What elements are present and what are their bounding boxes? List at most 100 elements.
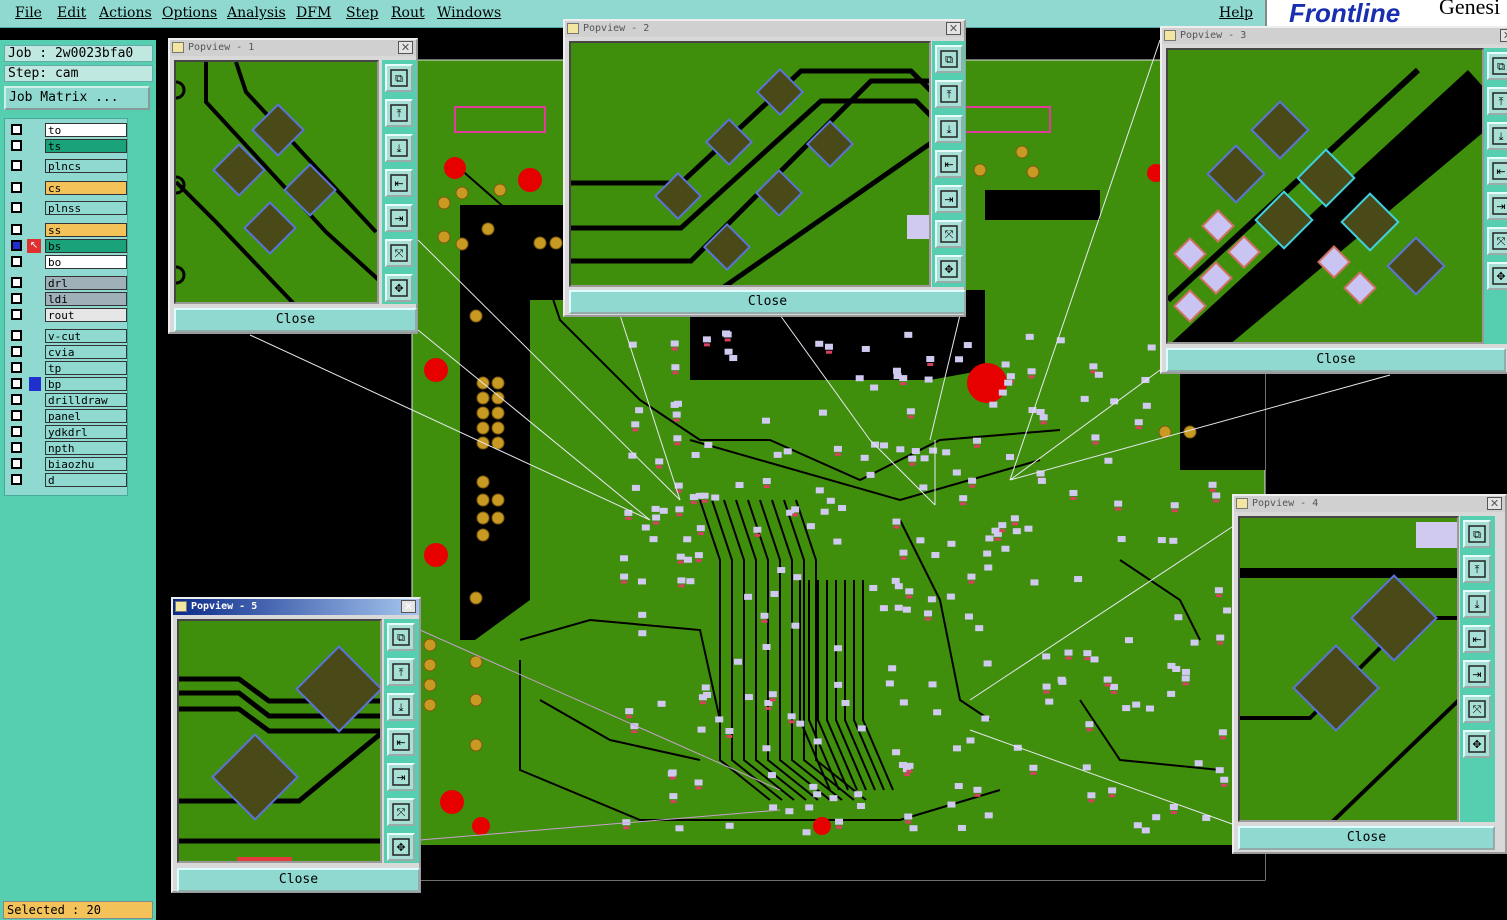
pan-right-button[interactable]: ⇥ bbox=[385, 204, 413, 232]
layer-checkbox[interactable] bbox=[11, 458, 22, 469]
layer-row-biaozhu[interactable]: biaozhu bbox=[9, 457, 127, 471]
menu-step[interactable]: Step bbox=[346, 5, 378, 21]
layer-row-cs[interactable]: cs bbox=[9, 181, 127, 195]
layer-row-drl[interactable]: drl bbox=[9, 276, 127, 290]
move-button[interactable]: ✥ bbox=[1487, 262, 1507, 290]
layer-checkbox[interactable] bbox=[11, 293, 22, 304]
popview-title-bar[interactable]: Popview - 5 ✕ bbox=[173, 599, 419, 615]
layer-row-ldi[interactable]: ldi bbox=[9, 292, 127, 306]
layer-row-panel[interactable]: panel bbox=[9, 409, 127, 423]
pan-right-button[interactable]: ⇥ bbox=[387, 763, 415, 791]
popview-close-button[interactable]: Close bbox=[174, 308, 417, 332]
popview-title-bar[interactable]: Popview - 3 ✕ bbox=[1162, 28, 1507, 44]
menu-file[interactable]: File bbox=[15, 5, 42, 21]
zoom-button[interactable]: ⤧ bbox=[1463, 695, 1491, 723]
layer-checkbox[interactable] bbox=[11, 378, 22, 389]
layer-checkbox[interactable] bbox=[11, 362, 22, 373]
layer-checkbox[interactable] bbox=[11, 330, 22, 341]
popview-close-button[interactable]: Close bbox=[1238, 826, 1495, 850]
popview-window-1[interactable]: Popview - 1 ✕ ⧉ ⤒ ⤓ ⇤ ⇥ ⤧ ✥ Close bbox=[168, 38, 418, 334]
layer-checkbox[interactable] bbox=[11, 309, 22, 320]
layer-row-bs[interactable]: bs ↖ bbox=[9, 239, 127, 253]
layer-checkbox[interactable] bbox=[11, 202, 22, 213]
menu-rout[interactable]: Rout bbox=[391, 5, 425, 21]
layer-row-tp[interactable]: tp bbox=[9, 361, 127, 375]
layer-checkbox[interactable] bbox=[11, 346, 22, 357]
menu-options[interactable]: Options bbox=[162, 5, 217, 21]
pan-up-button[interactable]: ⤒ bbox=[1487, 87, 1507, 115]
pan-down-button[interactable]: ⤓ bbox=[1463, 590, 1491, 618]
job-matrix-button[interactable]: Job Matrix ... bbox=[4, 86, 150, 110]
move-button[interactable]: ✥ bbox=[935, 255, 963, 283]
close-icon[interactable]: ✕ bbox=[946, 22, 961, 35]
layer-checkbox[interactable] bbox=[11, 394, 22, 405]
pan-down-button[interactable]: ⤓ bbox=[1487, 122, 1507, 150]
layer-row-drilldraw[interactable]: drilldraw bbox=[9, 393, 127, 407]
pan-down-button[interactable]: ⤓ bbox=[387, 693, 415, 721]
pan-left-button[interactable]: ⇤ bbox=[385, 169, 413, 197]
menu-help[interactable]: Help bbox=[1219, 5, 1253, 21]
pan-left-button[interactable]: ⇤ bbox=[387, 728, 415, 756]
pan-up-button[interactable]: ⤒ bbox=[387, 658, 415, 686]
menu-analysis[interactable]: Analysis bbox=[227, 5, 286, 21]
layer-checkbox[interactable] bbox=[11, 442, 22, 453]
pan-right-button[interactable]: ⇥ bbox=[1487, 192, 1507, 220]
layer-row-rout[interactable]: rout bbox=[9, 308, 127, 322]
pan-right-button[interactable]: ⇥ bbox=[935, 185, 963, 213]
layer-checkbox[interactable] bbox=[11, 182, 22, 193]
layer-row-ts[interactable]: ts bbox=[9, 139, 127, 153]
layer-checkbox[interactable] bbox=[11, 256, 22, 267]
layer-checkbox[interactable] bbox=[11, 277, 22, 288]
popview-window-3[interactable]: Popview - 3 ✕ ⧉ ⤒ ⤓ ⇤ ⇥ ⤧ ✥ Close bbox=[1160, 26, 1507, 374]
fit-button[interactable]: ⧉ bbox=[387, 623, 415, 651]
popview-window-2[interactable]: Popview - 2 ✕ ⧉ ⤒ ⤓ ⇤ ⇥ ⤧ ✥ Close bbox=[563, 19, 966, 317]
close-icon[interactable]: ✕ bbox=[398, 41, 413, 54]
layer-checkbox[interactable] bbox=[11, 410, 22, 421]
pan-down-button[interactable]: ⤓ bbox=[385, 134, 413, 162]
popview-title-bar[interactable]: Popview - 2 ✕ bbox=[565, 21, 964, 37]
popview-title-bar[interactable]: Popview - 1 ✕ bbox=[170, 40, 416, 56]
popview-window-5[interactable]: Popview - 5 ✕ ⧉ ⤒ ⤓ ⇤ ⇥ ⤧ ✥ Close bbox=[171, 597, 421, 893]
zoom-button[interactable]: ⤧ bbox=[385, 239, 413, 267]
zoom-button[interactable]: ⤧ bbox=[387, 798, 415, 826]
layer-checkbox[interactable] bbox=[11, 426, 22, 437]
popview-close-button[interactable]: Close bbox=[569, 290, 966, 314]
fit-button[interactable]: ⧉ bbox=[1463, 520, 1491, 548]
zoom-button[interactable]: ⤧ bbox=[1487, 227, 1507, 255]
layer-checkbox[interactable] bbox=[11, 140, 22, 151]
layer-checkbox[interactable] bbox=[11, 160, 22, 171]
zoom-button[interactable]: ⤧ bbox=[935, 220, 963, 248]
pan-up-button[interactable]: ⤒ bbox=[385, 99, 413, 127]
pan-left-button[interactable]: ⇤ bbox=[1487, 157, 1507, 185]
move-button[interactable]: ✥ bbox=[387, 833, 415, 861]
layer-row-plnss[interactable]: plnss bbox=[9, 201, 127, 215]
layer-row-plncs[interactable]: plncs bbox=[9, 159, 127, 173]
menu-actions[interactable]: Actions bbox=[99, 5, 152, 21]
layer-row-ydkdrl[interactable]: ydkdrl bbox=[9, 425, 127, 439]
move-button[interactable]: ✥ bbox=[385, 274, 413, 302]
layer-checkbox[interactable] bbox=[11, 240, 22, 251]
fit-button[interactable]: ⧉ bbox=[1487, 52, 1507, 80]
popview-close-button[interactable]: Close bbox=[1166, 348, 1506, 372]
layer-row-d[interactable]: d bbox=[9, 473, 127, 487]
layer-row-bo[interactable]: bo bbox=[9, 255, 127, 269]
move-button[interactable]: ✥ bbox=[1463, 730, 1491, 758]
pan-up-button[interactable]: ⤒ bbox=[935, 80, 963, 108]
layer-row-npth[interactable]: npth bbox=[9, 441, 127, 455]
menu-dfm[interactable]: DFM bbox=[296, 5, 331, 21]
close-icon[interactable]: ✕ bbox=[1487, 497, 1502, 510]
pan-left-button[interactable]: ⇤ bbox=[935, 150, 963, 178]
pan-left-button[interactable]: ⇤ bbox=[1463, 625, 1491, 653]
fit-button[interactable]: ⧉ bbox=[935, 45, 963, 73]
layer-row-bp[interactable]: bp bbox=[9, 377, 127, 391]
fit-button[interactable]: ⧉ bbox=[385, 64, 413, 92]
popview-zoom-view[interactable] bbox=[569, 41, 931, 287]
popview-close-button[interactable]: Close bbox=[177, 868, 420, 892]
popview-zoom-view[interactable] bbox=[177, 619, 382, 863]
pan-right-button[interactable]: ⇥ bbox=[1463, 660, 1491, 688]
layer-row-v-cut[interactable]: v-cut bbox=[9, 329, 127, 343]
popview-window-4[interactable]: Popview - 4 ✕ ⧉ ⤒ ⤓ ⇤ ⇥ ⤧ ✥ Close bbox=[1232, 494, 1507, 854]
menu-edit[interactable]: Edit bbox=[57, 5, 86, 21]
layer-row-ss[interactable]: ss bbox=[9, 223, 127, 237]
layer-checkbox[interactable] bbox=[11, 474, 22, 485]
